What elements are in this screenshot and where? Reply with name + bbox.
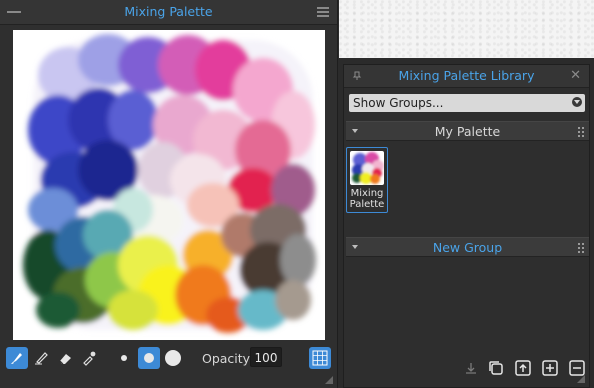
show-groups-dropdown[interactable]: Show Groups... (349, 94, 585, 112)
import-icon[interactable] (462, 359, 480, 377)
opacity-input[interactable]: 100 (250, 347, 282, 367)
mixing-palette-panel: Mixing Palette Opacity 100 (0, 0, 338, 388)
mixing-toolbar: Opacity 100 (0, 344, 337, 372)
panel-title: Mixing Palette (124, 4, 213, 19)
add-icon[interactable] (541, 359, 559, 377)
brush-size-medium-button[interactable] (138, 347, 160, 369)
brush-tool-button[interactable] (6, 347, 28, 369)
resize-grip-icon[interactable] (325, 376, 333, 384)
group-header-new-group[interactable]: New Group (346, 237, 589, 257)
grid-icon (312, 350, 328, 366)
mixing-palette-titlebar: Mixing Palette (0, 0, 337, 25)
eraser-icon (59, 354, 71, 365)
export-icon[interactable] (514, 359, 532, 377)
menu-icon[interactable] (317, 7, 329, 17)
group-header-my-palette[interactable]: My Palette (346, 121, 589, 141)
brush-size-large-button[interactable] (165, 350, 181, 366)
duplicate-icon[interactable] (487, 359, 505, 377)
drag-handle-icon[interactable] (578, 127, 584, 137)
resize-grip-icon[interactable] (577, 375, 585, 383)
group-name: My Palette (434, 124, 501, 139)
palette-item[interactable]: Mixing Palette (346, 147, 388, 213)
eraser-tool-button[interactable] (54, 347, 76, 369)
chevron-down-icon (572, 97, 582, 107)
brush-icon (11, 353, 22, 364)
opacity-label: Opacity (202, 351, 251, 366)
grid-view-button[interactable] (309, 347, 331, 369)
palette-thumbnail (350, 151, 384, 185)
palette-name: Mixing Palette (349, 188, 385, 210)
mixing-canvas[interactable] (13, 30, 325, 340)
eyedropper-icon (83, 351, 96, 366)
show-groups-label: Show Groups... (353, 96, 444, 110)
paint-swatches (23, 34, 316, 333)
library-footer-toolbar (344, 359, 589, 379)
drag-handle-icon[interactable] (578, 243, 584, 253)
dot-icon (144, 353, 154, 363)
group-name: New Group (432, 240, 503, 255)
close-icon[interactable]: ✕ (570, 68, 581, 83)
smudge-tool-button[interactable] (30, 347, 52, 369)
panel-title: Mixing Palette Library (398, 68, 535, 83)
mixing-palette-library-panel: Mixing Palette Library ✕ Show Groups... … (343, 64, 590, 388)
paper-canvas-background (339, 0, 594, 58)
eyedropper-tool-button[interactable] (78, 347, 100, 369)
smudge-icon (35, 352, 48, 365)
brush-size-small-button[interactable] (121, 355, 127, 361)
library-titlebar: Mixing Palette Library ✕ (344, 65, 589, 88)
